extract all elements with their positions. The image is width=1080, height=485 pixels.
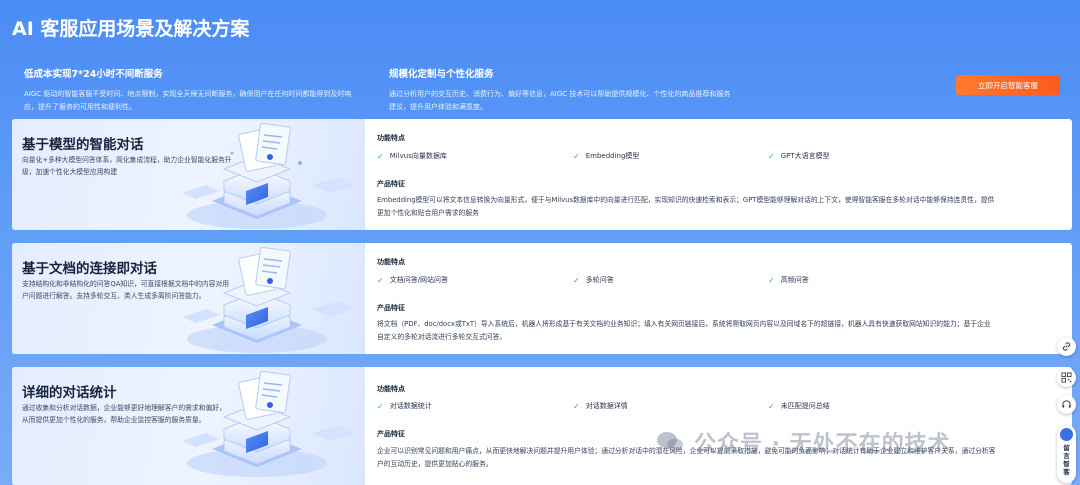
feature-item: ✓ 文档问答/网站问答: [377, 275, 449, 285]
check-icon: ✓: [377, 401, 384, 411]
assistant-pill[interactable]: 留 言 智 客: [1057, 425, 1076, 483]
check-icon: ✓: [768, 151, 775, 161]
check-icon: ✓: [573, 401, 580, 411]
intro-text: AIGC 驱动的智能客服不受时间、地点限制，实现全天候无间断服务，确保用户在任何…: [24, 90, 352, 111]
feature-item: ✓ 对话数据统计: [377, 401, 432, 411]
intro-text: 通过分析用户的交互历史、消费行为、偏好等信息，AIGC 技术可以帮助提供规模化、…: [389, 90, 731, 111]
card-banner: 详细的对话统计 通过收集和分析对话数据，企业能够更好地理解客户的需求和偏好，从而…: [12, 367, 365, 485]
product-label: 产品特征: [377, 180, 405, 188]
scenario-card: 基于文档的连接即对话 支持结构化和非结构化的问答QA知识，可直接根据文档中的内容…: [12, 243, 1072, 354]
watermark: 公众号 · 无处不在的技术: [656, 426, 951, 458]
card-title: 基于文档的连接即对话: [22, 261, 157, 277]
product-description: 将文档（PDF、doc/docx或TxT）导入系统后，机器人将形成基于有关文档的…: [377, 320, 991, 341]
link-button[interactable]: [1057, 337, 1076, 356]
feature-item: ✓ 对话数据详情: [573, 401, 628, 411]
card-title: 详细的对话统计: [22, 385, 117, 401]
product-label: 产品特征: [377, 304, 405, 312]
check-icon: ✓: [573, 151, 580, 161]
server-illustration: [182, 247, 356, 353]
features-label: 功能特点: [377, 134, 405, 142]
check-icon: ✓: [377, 151, 384, 161]
features-label: 功能特点: [377, 385, 405, 393]
product-description: Embedding模型可以将文本信息转换为向量形式，便于与Milvus数据库中的…: [377, 196, 995, 217]
check-icon: ✓: [573, 275, 580, 285]
check-icon: ✓: [768, 275, 775, 285]
intro-title: 低成本实现7*24小时不间断服务: [24, 69, 163, 80]
server-illustration: [182, 371, 356, 477]
feature-item: ✓ 未匹配提问总结: [768, 401, 830, 411]
card-details: 功能特点 ✓ Milvus向量数据库 ✓ Embedding模型 ✓ GPT大语言模型…: [365, 119, 1072, 230]
feature-item: ✓ 多轮问答: [573, 275, 614, 285]
intro-block-2: 规模化定制与个性化服务 通过分析用户的交互历史、消费行为、偏好等信息，AIGC …: [389, 66, 734, 114]
feature-item: ✓ GPT大语言模型: [768, 151, 830, 161]
headset-icon: [1062, 400, 1071, 408]
card-details: 功能特点 ✓ 文档问答/网站问答 ✓ 多轮问答 ✓ 高频问答 产品特征 将文档（PDF…: [365, 243, 1072, 354]
link-icon: [1062, 342, 1071, 351]
card-banner: 基于文档的连接即对话 支持结构化和非结构化的问答QA知识，可直接根据文档中的内容…: [12, 243, 365, 354]
check-icon: ✓: [768, 401, 775, 411]
card-banner: 基于模型的智能对话 向量化+多种大模型问答体系，简化集成流程，助力企业智能化服务…: [12, 119, 365, 230]
qrcode-button[interactable]: [1057, 368, 1076, 387]
feature-item: ✓ Milvus向量数据库: [377, 151, 447, 161]
page-title: AI 客服应用场景及解决方案: [12, 18, 250, 40]
qrcode-icon: [1061, 372, 1072, 383]
scenario-card: 基于模型的智能对话 向量化+多种大模型问答体系，简化集成流程，助力企业智能化服务…: [12, 119, 1072, 230]
feature-item: ✓ 高频问答: [768, 275, 809, 285]
server-illustration: [182, 123, 356, 229]
wechat-icon: [657, 432, 683, 452]
start-service-button[interactable]: 立即开启智能客服: [956, 75, 1060, 95]
features-label: 功能特点: [377, 258, 405, 266]
avatar: [1060, 428, 1073, 441]
intro-title: 规模化定制与个性化服务: [389, 69, 494, 80]
feature-item: ✓ Embedding模型: [573, 151, 640, 161]
check-icon: ✓: [377, 275, 384, 285]
support-button[interactable]: [1057, 395, 1076, 414]
product-label: 产品特征: [377, 430, 405, 438]
intro-block-1: 低成本实现7*24小时不间断服务 AIGC 驱动的智能客服不受时间、地点限制，实…: [24, 66, 354, 114]
card-title: 基于模型的智能对话: [22, 137, 144, 153]
